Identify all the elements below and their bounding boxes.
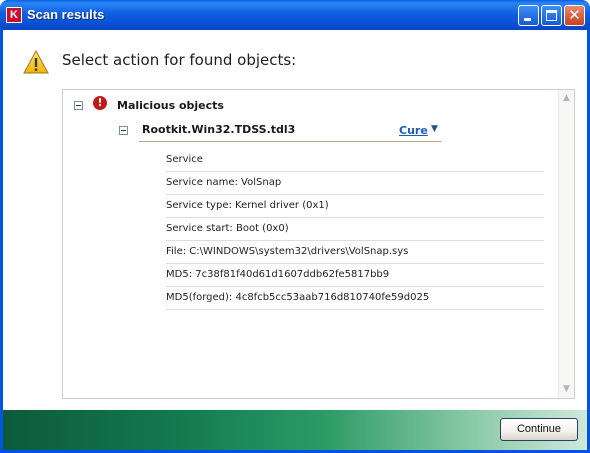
found-objects-panel: ! Malicious objects Rootkit.Win32.TDSS.t… [62,89,575,399]
vertical-scrollbar[interactable]: ▲ ▼ [558,90,574,398]
minimize-icon [524,18,531,21]
window-title: Scan results [27,7,105,22]
minimize-button[interactable] [518,5,539,26]
detail-row: File: C:\WINDOWS\system32\drivers\VolSna… [166,241,544,264]
scan-results-window: K Scan results ✕ Select action for found… [0,0,590,453]
action-dropdown-link[interactable]: Cure [399,124,428,137]
detail-row: MD5(forged): 4c8fcb5cc53aab716d810740fe5… [166,287,544,310]
kaspersky-k-icon: K [6,7,22,23]
detail-row: Service type: Kernel driver (0x1) [166,195,544,218]
footer-bar: Continue [3,410,587,450]
group-label: Malicious objects [117,99,224,112]
continue-button[interactable]: Continue [500,418,578,441]
detail-row: Service name: VolSnap [166,172,544,195]
title-bar[interactable]: K Scan results ✕ [0,0,590,30]
chevron-down-icon[interactable]: ▼ [431,123,438,135]
close-button[interactable]: ✕ [564,5,585,26]
detail-row: Service start: Boot (0x0) [166,218,544,241]
close-icon: ✕ [568,6,581,24]
threat-divider [139,141,441,142]
exclamation-circle-icon: ! [93,96,107,110]
scroll-down-icon[interactable]: ▼ [559,382,574,397]
collapse-group-toggle[interactable] [74,101,83,110]
maximize-icon [546,10,557,21]
dialog-body: Select action for found objects: ! Malic… [3,30,587,450]
collapse-threat-toggle[interactable] [119,126,128,135]
scroll-up-icon[interactable]: ▲ [559,91,574,106]
detail-row: MD5: 7c38f81f40d61d1607ddb62fe5817bb9 [166,264,544,287]
maximize-button[interactable] [541,5,562,26]
detail-row: Service [166,149,544,172]
threat-name: Rootkit.Win32.TDSS.tdl3 [142,123,296,136]
warning-triangle-icon [23,50,49,74]
page-title: Select action for found objects: [62,51,297,69]
